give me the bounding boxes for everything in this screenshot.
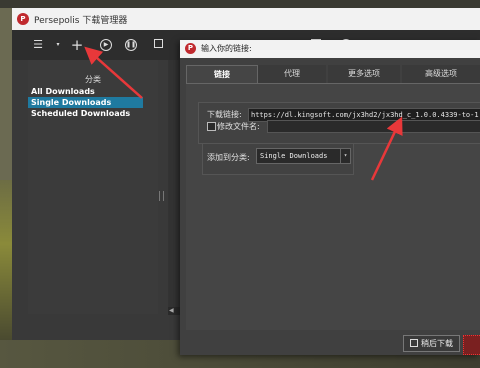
add-to-category-label: 添加到分类:	[207, 153, 250, 162]
resume-icon[interactable]: ▶	[100, 39, 112, 51]
download-later-button[interactable]: 稍后下载	[403, 335, 460, 352]
category-item-scheduled-downloads[interactable]: Scheduled Downloads	[28, 108, 143, 119]
chevron-down-icon: ▾	[340, 149, 350, 163]
add-link-dialog: P 输入你的链接: 链接 代理 更多选项 高级选项 下载链接: https://…	[180, 40, 480, 355]
dialog-title: 输入你的链接:	[201, 44, 252, 53]
category-header: 分类	[85, 75, 101, 84]
persepolis-dialog-icon: P	[185, 43, 196, 54]
category-panel: 分类 All Downloads Single Downloads Schedu…	[28, 60, 158, 314]
category-select-value: Single Downloads	[260, 152, 328, 160]
rename-label: 修改文件名:	[217, 122, 260, 131]
clock-square-icon	[410, 339, 418, 347]
menu-icon[interactable]: ☰	[30, 37, 46, 53]
rename-checkbox[interactable]	[207, 122, 216, 131]
stop-icon	[153, 39, 163, 48]
menu-dropdown-icon[interactable]: ▾	[50, 37, 66, 53]
desktop-background-left	[0, 180, 12, 340]
main-window-title: Persepolis 下载管理器	[34, 16, 128, 26]
dialog-tabs: 链接 代理 更多选项 高级选项	[186, 65, 480, 85]
dialog-titlebar[interactable]: P 输入你的链接:	[180, 40, 480, 58]
add-link-button[interactable]: +	[69, 37, 85, 53]
splitter-handle[interactable]	[159, 191, 164, 201]
desktop-background-top	[0, 0, 480, 8]
tab-proxy[interactable]: 代理	[258, 65, 326, 83]
tab-link[interactable]: 链接	[186, 65, 258, 85]
download-link-label: 下载链接:	[207, 110, 242, 119]
tab-advanced-options[interactable]: 高级选项	[402, 65, 480, 83]
pause-icon[interactable]: ❚❚	[125, 39, 137, 51]
tab-more-options[interactable]: 更多选项	[328, 65, 400, 83]
ok-button[interactable]	[463, 335, 480, 355]
stop-button[interactable]	[150, 37, 166, 53]
download-later-label: 稍后下载	[421, 339, 453, 348]
category-select[interactable]: Single Downloads ▾	[256, 148, 351, 164]
scroll-left-icon[interactable]: ◀	[169, 307, 174, 314]
main-titlebar[interactable]: P Persepolis 下载管理器	[12, 8, 480, 30]
persepolis-logo-icon: P	[17, 13, 29, 25]
rename-input[interactable]	[267, 120, 480, 133]
category-item-single-downloads[interactable]: Single Downloads	[28, 97, 143, 108]
category-item-all-downloads[interactable]: All Downloads	[28, 86, 143, 97]
